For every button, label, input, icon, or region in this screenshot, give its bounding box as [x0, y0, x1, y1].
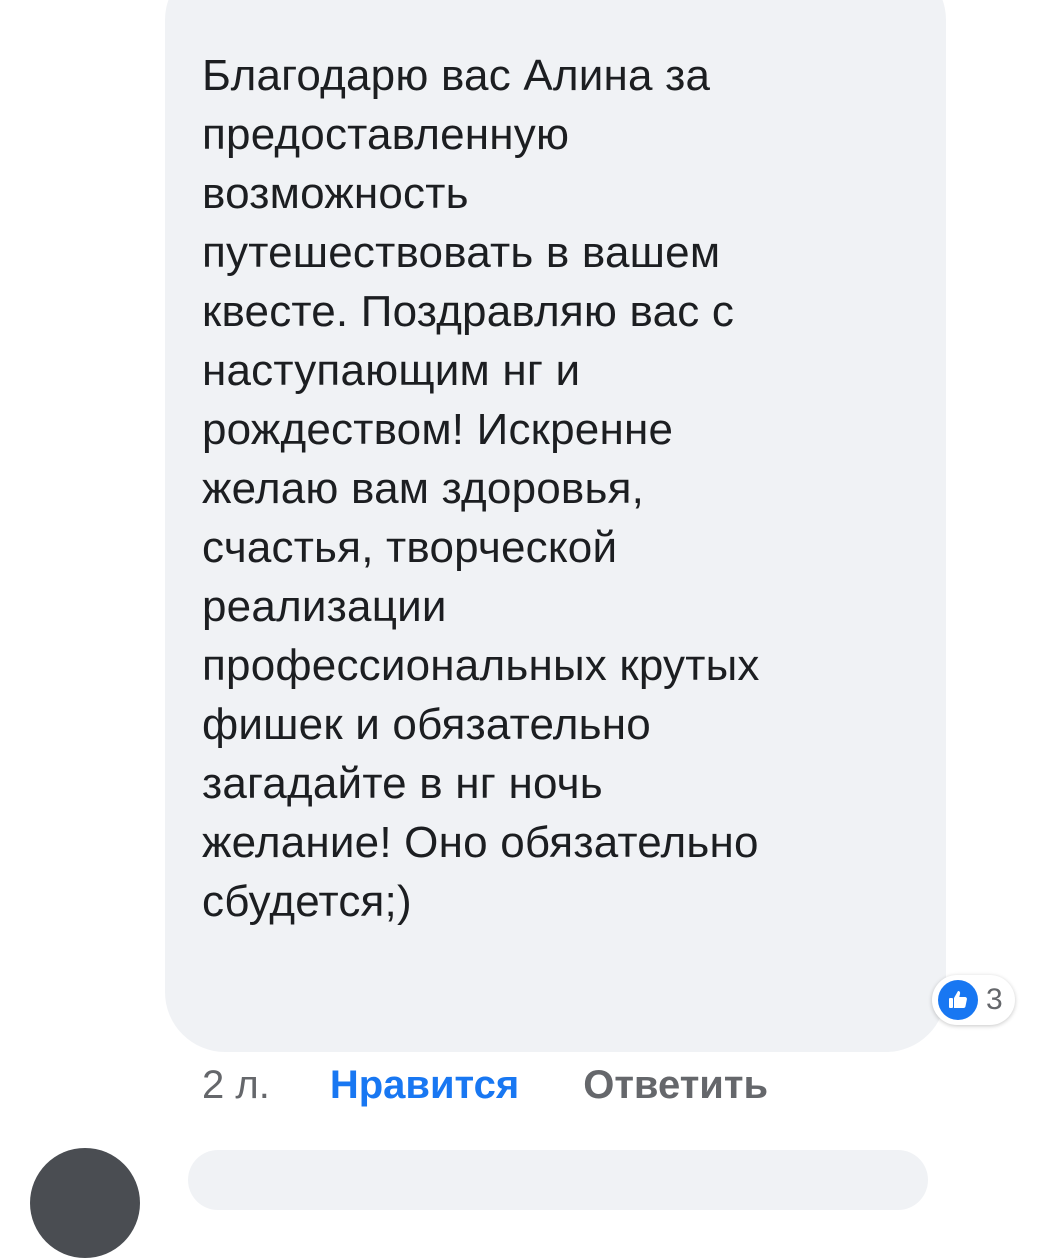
comment-text: Благодарю вас Алина за предоставленную в…	[202, 46, 922, 931]
next-comment-bubble	[188, 1150, 928, 1210]
comment-line: сбудется;)	[202, 877, 412, 926]
comment-line: предоставленную	[202, 110, 570, 159]
comment-line: реализации	[202, 582, 447, 631]
comment-line: рождеством! Искренне	[202, 405, 674, 454]
comment-line: счастья, творческой	[202, 523, 618, 572]
reaction-count: 3	[986, 983, 1003, 1016]
comment-timestamp[interactable]: 2 л.	[202, 1060, 270, 1110]
comment-line: возможность	[202, 169, 469, 218]
reply-button[interactable]: Ответить	[583, 1060, 768, 1110]
avatar[interactable]	[30, 1148, 140, 1258]
comment-line: желание! Оно обязательно	[202, 818, 759, 867]
like-button[interactable]: Нравится	[330, 1060, 519, 1110]
thumbs-up-icon	[938, 980, 978, 1020]
comment-actions: 2 л. Нравится Ответить	[202, 1060, 768, 1110]
comment-line: желаю вам здоровья,	[202, 464, 645, 513]
comment-line: путешествовать в вашем	[202, 228, 721, 277]
comment-line: профессиональных крутых	[202, 641, 760, 690]
comment-line: квесте. Поздравляю вас с	[202, 287, 735, 336]
comment-line: загадайте в нг ночь	[202, 759, 603, 808]
comment-line: фишек и обязательно	[202, 700, 651, 749]
reaction-summary[interactable]: 3	[932, 975, 1015, 1025]
comment-line: Благодарю вас Алина за	[202, 51, 711, 100]
comment-line: наступающим нг и	[202, 346, 581, 395]
